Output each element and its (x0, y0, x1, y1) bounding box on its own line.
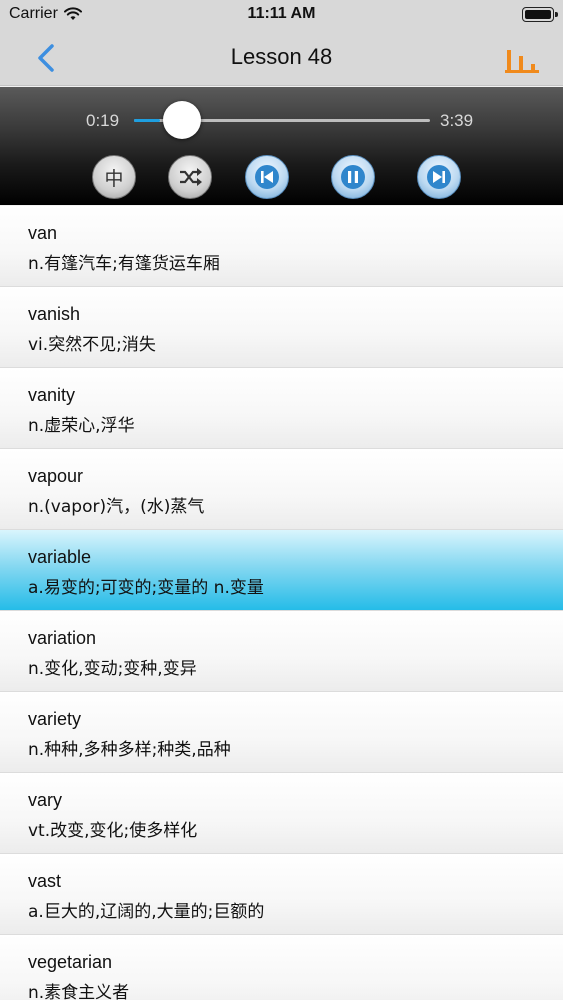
current-time: 0:19 (86, 111, 120, 130)
word-definition: n.有篷汽车;有篷货运车厢 (28, 254, 220, 274)
shuffle-icon (180, 168, 202, 186)
page-title: Lesson 48 (230, 44, 333, 69)
shuffle-button[interactable] (168, 155, 212, 199)
word-row[interactable]: vegetarian n.素食主义者 (0, 935, 563, 1000)
word-row[interactable]: variation n.变化,变动;变种,变异 (0, 611, 563, 692)
word-term: vast (28, 871, 62, 891)
word-definition: n.素食主义者 (28, 983, 130, 1000)
previous-track-button[interactable] (245, 155, 289, 199)
word-definition: vt.改变,变化;使多样化 (28, 821, 198, 841)
word-definition: vi.突然不见;消失 (28, 335, 156, 355)
chinese-toggle-label: 中 (104, 167, 124, 190)
word-row[interactable]: vast a.巨大的,辽阔的,大量的;巨额的 (0, 854, 563, 935)
word-definition: n.虚荣心,浮华 (28, 416, 135, 436)
equalizer-button[interactable] (505, 44, 539, 74)
status-bar: Carrier 11:11 AM (0, 0, 563, 30)
status-time: 11:11 AM (247, 5, 316, 22)
pause-icon (341, 165, 365, 189)
word-term: vapour (28, 466, 84, 486)
progress-slider-thumb[interactable] (162, 101, 201, 139)
word-term: van (28, 223, 58, 243)
progress-fill (134, 119, 160, 122)
word-row[interactable]: vary vt.改变,变化;使多样化 (0, 773, 563, 854)
word-row[interactable]: variable a.易变的;可变的;变量的 n.变量 (0, 530, 563, 611)
skip-previous-icon (255, 165, 279, 189)
chinese-toggle-button[interactable]: 中 (92, 155, 136, 199)
word-row[interactable]: vanity n.虚荣心,浮华 (0, 368, 563, 449)
battery-icon (522, 7, 558, 22)
word-definition: n.种种,多种多样;种类,品种 (28, 740, 231, 760)
word-row[interactable]: vanish vi.突然不见;消失 (0, 287, 563, 368)
pause-button[interactable] (331, 155, 375, 199)
word-definition: n.(vapor)汽，(水)蒸气 (28, 497, 205, 517)
word-term: vanity (28, 385, 76, 405)
word-row[interactable]: van n.有篷汽车;有篷货运车厢 (0, 206, 563, 287)
word-term: variable (28, 547, 92, 567)
word-row[interactable]: variety n.种种,多种多样;种类,品种 (0, 692, 563, 773)
word-term: variation (28, 628, 97, 648)
total-time: 3:39 (440, 111, 474, 130)
word-term: vary (28, 790, 63, 810)
word-definition: a.巨大的,辽阔的,大量的;巨额的 (28, 902, 265, 922)
word-definition: a.易变的;可变的;变量的 n.变量 (28, 578, 264, 598)
word-term: vanish (28, 304, 81, 324)
word-term: variety (28, 709, 82, 729)
skip-next-icon (427, 165, 451, 189)
audio-player: 0:19 3:39 中 (0, 87, 563, 205)
word-definition: n.变化,变动;变种,变异 (28, 659, 197, 679)
equalizer-icon (505, 50, 539, 73)
next-track-button[interactable] (417, 155, 461, 199)
word-term: vegetarian (28, 952, 113, 972)
navigation-bar: Lesson 48 (0, 30, 563, 86)
word-list: van n.有篷汽车;有篷货运车厢 vanish vi.突然不见;消失 vani… (0, 206, 563, 1000)
word-row[interactable]: vapour n.(vapor)汽，(水)蒸气 (0, 449, 563, 530)
